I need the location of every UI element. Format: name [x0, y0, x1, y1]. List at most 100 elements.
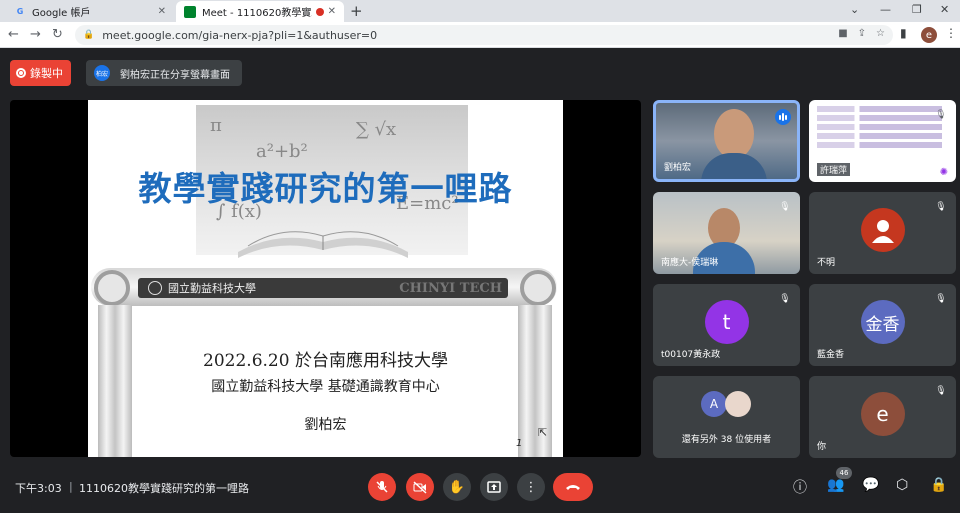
- mic-off-icon: 🎙: [935, 294, 947, 304]
- reload-icon[interactable]: ↻: [52, 27, 63, 42]
- scroll-ornament-left: [94, 270, 130, 306]
- recording-indicator-icon: [315, 7, 324, 16]
- participant-video: [714, 109, 754, 159]
- person-icon: [871, 220, 894, 243]
- restore-icon[interactable]: ❐: [912, 3, 922, 16]
- close-tab-icon[interactable]: ✕: [328, 6, 336, 17]
- url-text: meet.google.com/gia-nerx-pja?pli=1&authu…: [102, 28, 378, 42]
- address-bar-row: ← → ↻ 🔒 meet.google.com/gia-nerx-pja?pli…: [0, 22, 960, 48]
- camera-off-icon: [413, 481, 427, 494]
- hang-up-icon: [566, 485, 580, 490]
- participant-tile[interactable]: 🎙 南應大-侯瑞琳: [653, 192, 800, 274]
- shared-slide: π a²+b² ∑ √x E=mc² ∫ f(x) 教學實踐研究的第一哩路 國立…: [88, 100, 563, 457]
- presenter-notice[interactable]: 柏宏 劉柏宏正在分享螢幕畫面: [86, 60, 242, 86]
- participant-name: t00107黃永政: [661, 350, 721, 360]
- avatar: [860, 208, 905, 252]
- presenter-avatar: 柏宏: [94, 65, 110, 81]
- self-tile[interactable]: e 🎙 你: [809, 376, 956, 458]
- others-label: 還有另外 38 位使用者: [681, 435, 772, 445]
- close-window-icon[interactable]: ✕: [940, 3, 949, 16]
- people-count-badge: 46: [836, 467, 852, 479]
- mouse-cursor-icon: ⇱: [538, 426, 548, 439]
- recording-label: 錄製中: [30, 67, 63, 80]
- scroll-ornament-right: [520, 270, 556, 306]
- chat-icon[interactable]: 💬: [862, 477, 879, 493]
- participant-tile[interactable]: 🎙 許瑞萍 ✺: [809, 100, 956, 182]
- school-name: 國立勤益科技大學: [168, 282, 256, 295]
- clock: 下午3:03: [15, 482, 62, 495]
- avatar: [725, 391, 751, 417]
- back-icon[interactable]: ←: [8, 27, 19, 42]
- meeting-details-icon[interactable]: ⓘ: [793, 477, 807, 497]
- participant-tile[interactable]: 金香 🎙 藍金香: [809, 284, 956, 366]
- avatar: A: [701, 391, 727, 417]
- bottom-control-bar: 下午3:03 | 1110620教學實踐研究的第一哩路 ✋ ⋮ ⓘ 👥 💬 ⬡ …: [0, 463, 960, 513]
- avatar: t: [704, 300, 749, 344]
- profile-avatar[interactable]: e: [921, 27, 937, 43]
- presentation-stage[interactable]: π a²+b² ∑ √x E=mc² ∫ f(x) 教學實踐研究的第一哩路 國立…: [10, 100, 641, 457]
- app-logo-icon: ✺: [939, 167, 948, 178]
- camera-in-use-icon[interactable]: ■: [838, 28, 847, 39]
- mic-off-icon: [376, 481, 388, 493]
- mic-off-icon: 🎙: [779, 202, 791, 212]
- tab-search-icon[interactable]: ⌄: [850, 3, 859, 16]
- slide-center-line: 國立勤益科技大學 基礎通識教育中心: [211, 379, 440, 395]
- tab-title: Meet - 1110620教學實踐研: [202, 8, 312, 19]
- participant-tile[interactable]: t 🎙 t00107黃永政: [653, 284, 800, 366]
- participant-tile[interactable]: 🎙 不明: [809, 192, 956, 274]
- school-seal-icon: [148, 281, 162, 295]
- record-icon: [16, 68, 26, 78]
- activities-icon[interactable]: ⬡: [896, 477, 908, 493]
- avatar: 金香: [860, 300, 905, 344]
- avatar: e: [860, 392, 905, 436]
- recording-badge[interactable]: 錄製中: [10, 60, 71, 86]
- forward-icon[interactable]: →: [30, 27, 41, 42]
- others-avatars: A: [701, 391, 751, 417]
- mic-off-icon: 🎙: [935, 386, 947, 396]
- slide-author: 劉柏宏: [304, 417, 347, 433]
- school-name-en: CHINYI TECH: [399, 280, 502, 296]
- participant-name: 不明: [817, 258, 836, 268]
- presenter-text: 劉柏宏正在分享螢幕畫面: [120, 69, 230, 81]
- separator: |: [69, 480, 73, 493]
- hand-icon: ✋: [448, 479, 466, 495]
- present-icon: [487, 481, 501, 493]
- leave-call-button[interactable]: [553, 473, 593, 501]
- url-field[interactable]: 🔒 meet.google.com/gia-nerx-pja?pli=1&aut…: [75, 25, 893, 45]
- participant-name: 劉柏宏: [664, 163, 692, 173]
- new-tab-button[interactable]: +: [350, 2, 363, 20]
- mic-toggle-button[interactable]: [368, 473, 396, 501]
- meeting-name: 1110620教學實踐研究的第一哩路: [79, 482, 249, 495]
- open-book-image: [238, 231, 408, 258]
- raise-hand-button[interactable]: ✋: [443, 473, 471, 501]
- share-icon[interactable]: ⇪: [858, 28, 866, 39]
- tab-google-account[interactable]: G Google 帳戶 ✕: [6, 1, 174, 22]
- menu-icon[interactable]: ⋮: [945, 26, 957, 40]
- camera-toggle-button[interactable]: [406, 473, 434, 501]
- host-controls-icon[interactable]: 🔒: [930, 477, 947, 493]
- participant-tile[interactable]: 劉柏宏: [653, 100, 800, 182]
- people-icon[interactable]: 👥: [827, 477, 844, 493]
- participant-name: 南應大-侯瑞琳: [661, 258, 719, 268]
- more-options-button[interactable]: ⋮: [517, 473, 545, 501]
- speaking-indicator-icon: [775, 109, 791, 125]
- more-vert-icon: ⋮: [524, 479, 538, 495]
- participant-name: 藍金香: [817, 350, 845, 360]
- browser-tab-strip: G Google 帳戶 ✕ Meet - 1110620教學實踐研 ✕ + ⌄ …: [0, 0, 960, 22]
- mic-off-icon: 🎙: [935, 202, 947, 212]
- meet-top-bar: 錄製中 柏宏 劉柏宏正在分享螢幕畫面: [0, 48, 960, 98]
- bookmark-star-icon[interactable]: ☆: [876, 28, 885, 39]
- minimize-icon[interactable]: —: [880, 3, 891, 16]
- slide-page-number: 1: [516, 438, 523, 449]
- google-icon: G: [16, 7, 24, 16]
- others-tile[interactable]: A 還有另外 38 位使用者: [653, 376, 800, 458]
- close-tab-icon[interactable]: ✕: [158, 6, 166, 17]
- participant-name: 許瑞萍: [817, 163, 851, 176]
- slide-title: 教學實踐研究的第一哩路: [138, 169, 513, 208]
- side-panel-icon[interactable]: ▮: [900, 26, 907, 40]
- tab-meet[interactable]: Meet - 1110620教學實踐研 ✕: [176, 1, 344, 22]
- present-button[interactable]: [480, 473, 508, 501]
- lock-icon[interactable]: 🔒: [83, 30, 94, 40]
- participant-name: 你: [817, 442, 827, 452]
- meet-icon: [184, 5, 196, 18]
